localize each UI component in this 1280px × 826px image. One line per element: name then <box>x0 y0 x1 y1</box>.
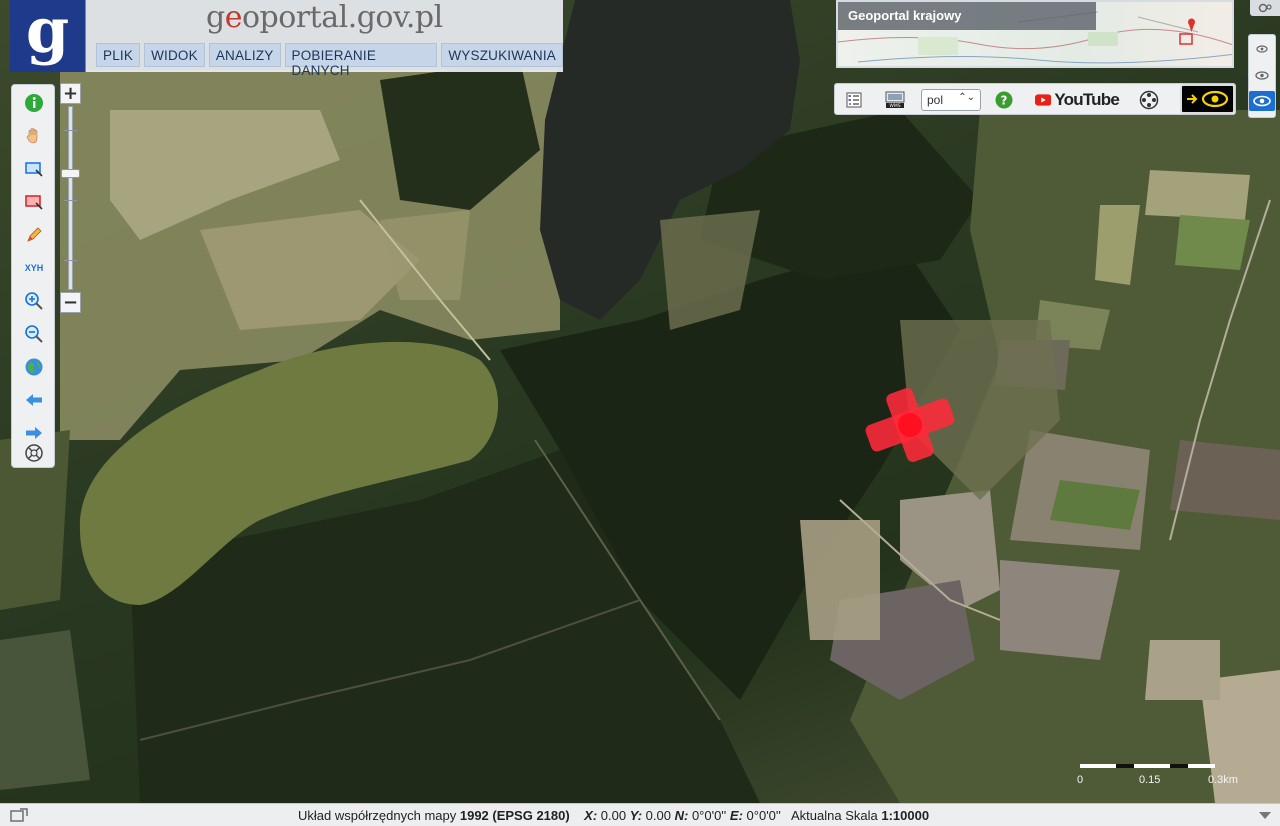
zoom-out-icon[interactable] <box>22 322 46 346</box>
help-icon[interactable]: ? <box>993 89 1015 111</box>
language-select[interactable]: pol ⌃⌄ <box>921 89 981 111</box>
scale-wheel-icon[interactable] <box>22 441 46 465</box>
scale-bar: 0 0.15 0.3km <box>1077 764 1238 788</box>
view-options-panel <box>1248 34 1276 118</box>
collapse-arrow-icon[interactable] <box>1258 810 1272 820</box>
zoom-slider-track[interactable] <box>68 106 73 290</box>
site-title: geoportal.gov.pl <box>206 0 443 35</box>
menu-analizy[interactable]: ANALIZY <box>208 43 281 67</box>
settings-gear-icon[interactable] <box>1250 0 1280 16</box>
menu-pobieranie-danych[interactable]: POBIERANIE DANYCH <box>284 43 438 78</box>
map-canvas[interactable] <box>0 0 1280 803</box>
satellite-imagery <box>0 0 1280 803</box>
scale-bar-line <box>1080 764 1215 768</box>
main-menu: PLIK WIDOK ANALIZY POBIERANIE DANYCH WYS… <box>96 43 563 78</box>
menu-wyszukiwania[interactable]: WYSZUKIWANIA <box>441 43 563 67</box>
legend-list-icon[interactable] <box>843 89 865 111</box>
status-bar: Układ współrzędnych mapy 1992 (EPSG 2180… <box>0 803 1280 826</box>
xyh-icon[interactable]: XYH <box>22 256 46 280</box>
overview-map[interactable]: Geoportal krajowy <box>836 0 1234 68</box>
logo-letter: g <box>25 0 70 67</box>
top-right-toolbar: WMS pol ⌃⌄ ? YouTube <box>834 83 1236 115</box>
zoom-slider-handle[interactable] <box>61 169 80 178</box>
wms-service-icon[interactable]: WMS <box>883 89 907 111</box>
info-icon[interactable] <box>22 91 46 115</box>
youtube-link[interactable]: YouTube <box>1035 89 1120 111</box>
expand-corner-icon[interactable] <box>10 808 28 822</box>
zoom-in-button[interactable]: + <box>60 83 81 104</box>
menu-widok[interactable]: WIDOK <box>144 43 205 67</box>
pan-hand-icon[interactable] <box>22 124 46 148</box>
menu-plik[interactable]: PLIK <box>96 43 141 67</box>
large-eye-icon[interactable] <box>1249 91 1275 111</box>
select-box-icon[interactable] <box>22 190 46 214</box>
scale-label-0: 0 <box>1077 774 1084 786</box>
youtube-icon <box>1035 94 1052 106</box>
small-eye-icon[interactable] <box>1252 39 1272 59</box>
contrast-eye-icon <box>1187 90 1229 108</box>
zoom-out-button[interactable]: − <box>60 292 81 313</box>
scale-label-end: 0.3km <box>1208 774 1238 786</box>
coordinate-readout: Układ współrzędnych mapy 1992 (EPSG 2180… <box>298 808 930 823</box>
zoom-tick <box>64 260 77 261</box>
overview-title: Geoportal krajowy <box>838 2 1096 30</box>
zoom-tick <box>64 130 77 131</box>
map-tools-toolbar: XYH <box>11 84 55 468</box>
zoom-box-icon[interactable] <box>22 157 46 181</box>
geoportal-logo[interactable]: g <box>10 0 86 72</box>
film-reel-icon[interactable] <box>1137 89 1161 111</box>
svg-text:WMS: WMS <box>889 103 900 109</box>
svg-text:?: ? <box>1001 94 1008 108</box>
zoom-in-icon[interactable] <box>22 289 46 313</box>
medium-eye-icon[interactable] <box>1252 65 1272 85</box>
zoom-tick <box>64 200 77 201</box>
header-panel: geoportal.gov.pl PLIK WIDOK ANALIZY POBI… <box>86 0 563 78</box>
pencil-icon[interactable] <box>22 223 46 247</box>
back-arrow-icon[interactable] <box>22 388 46 412</box>
scale-label-mid: 0.15 <box>1139 774 1161 786</box>
chevron-updown-icon: ⌃⌄ <box>958 92 975 103</box>
accessibility-contrast-button[interactable] <box>1180 84 1235 114</box>
globe-icon[interactable] <box>22 355 46 379</box>
